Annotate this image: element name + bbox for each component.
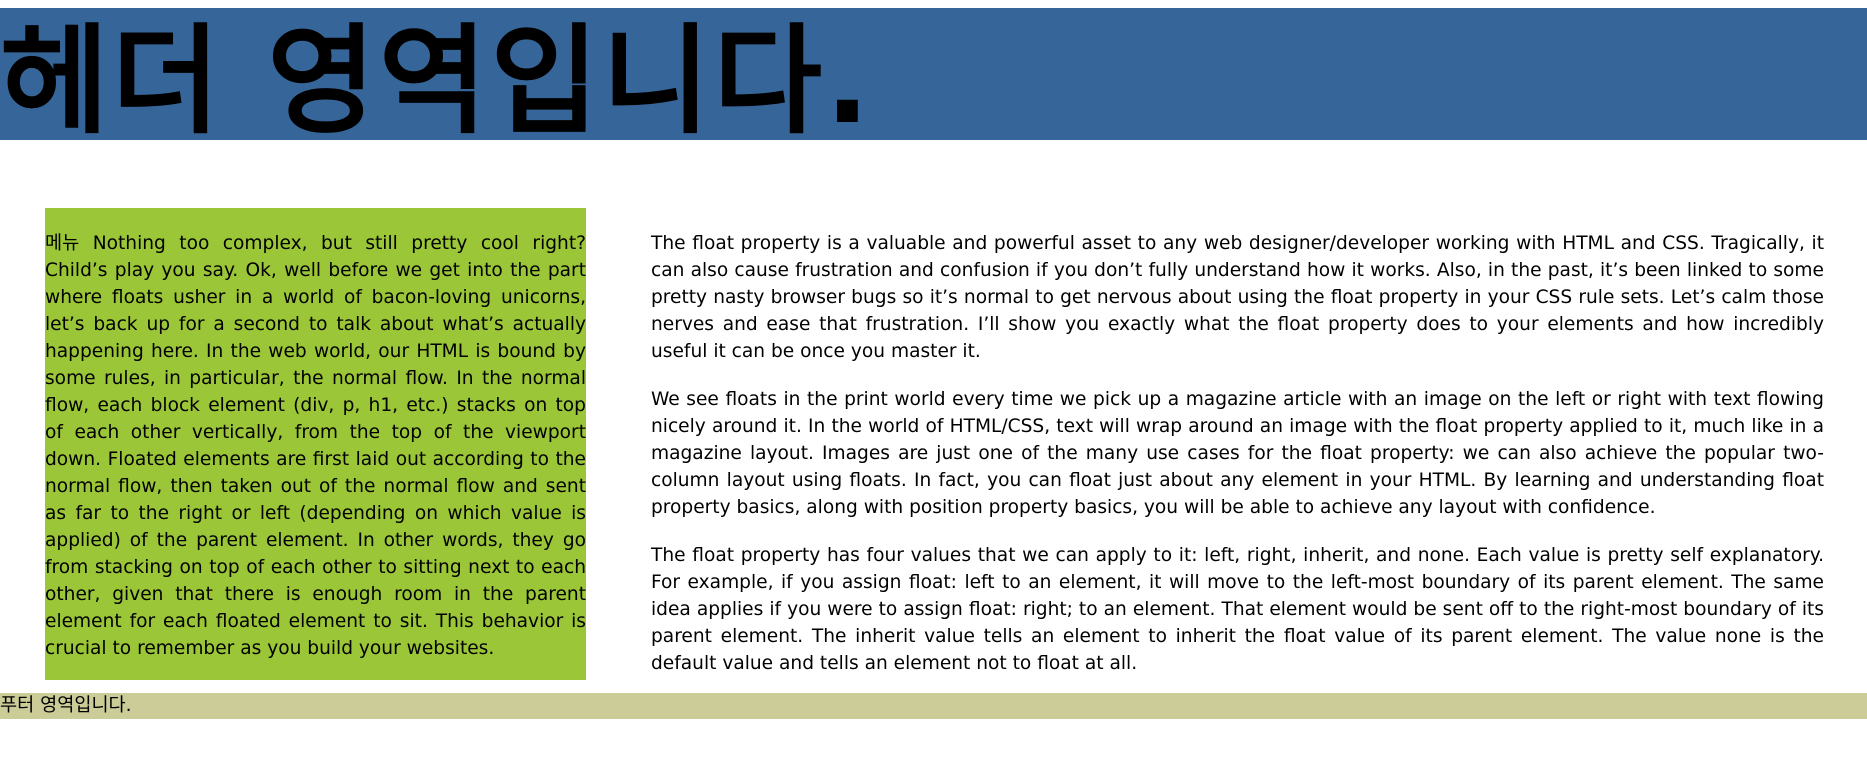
- header-title: 헤더 영역입니다.: [0, 12, 873, 150]
- content-paragraph-3: The float property has four values that …: [651, 545, 1824, 674]
- footer: 푸터 영역입니다.: [0, 693, 1867, 719]
- main-content: The float property is a valuable and pow…: [651, 230, 1824, 698]
- footer-text: 푸터 영역입니다.: [0, 695, 132, 716]
- menu-text: Nothing too complex, but still pretty co…: [45, 233, 586, 659]
- menu-label: 메뉴: [45, 233, 80, 254]
- content-paragraph-1: The float property is a valuable and pow…: [651, 233, 1824, 362]
- menu-sidebar: 메뉴 Nothing too complex, but still pretty…: [45, 208, 586, 680]
- content-paragraph-2: We see floats in the print world every t…: [651, 389, 1824, 518]
- header: 헤더 영역입니다.: [0, 8, 1867, 140]
